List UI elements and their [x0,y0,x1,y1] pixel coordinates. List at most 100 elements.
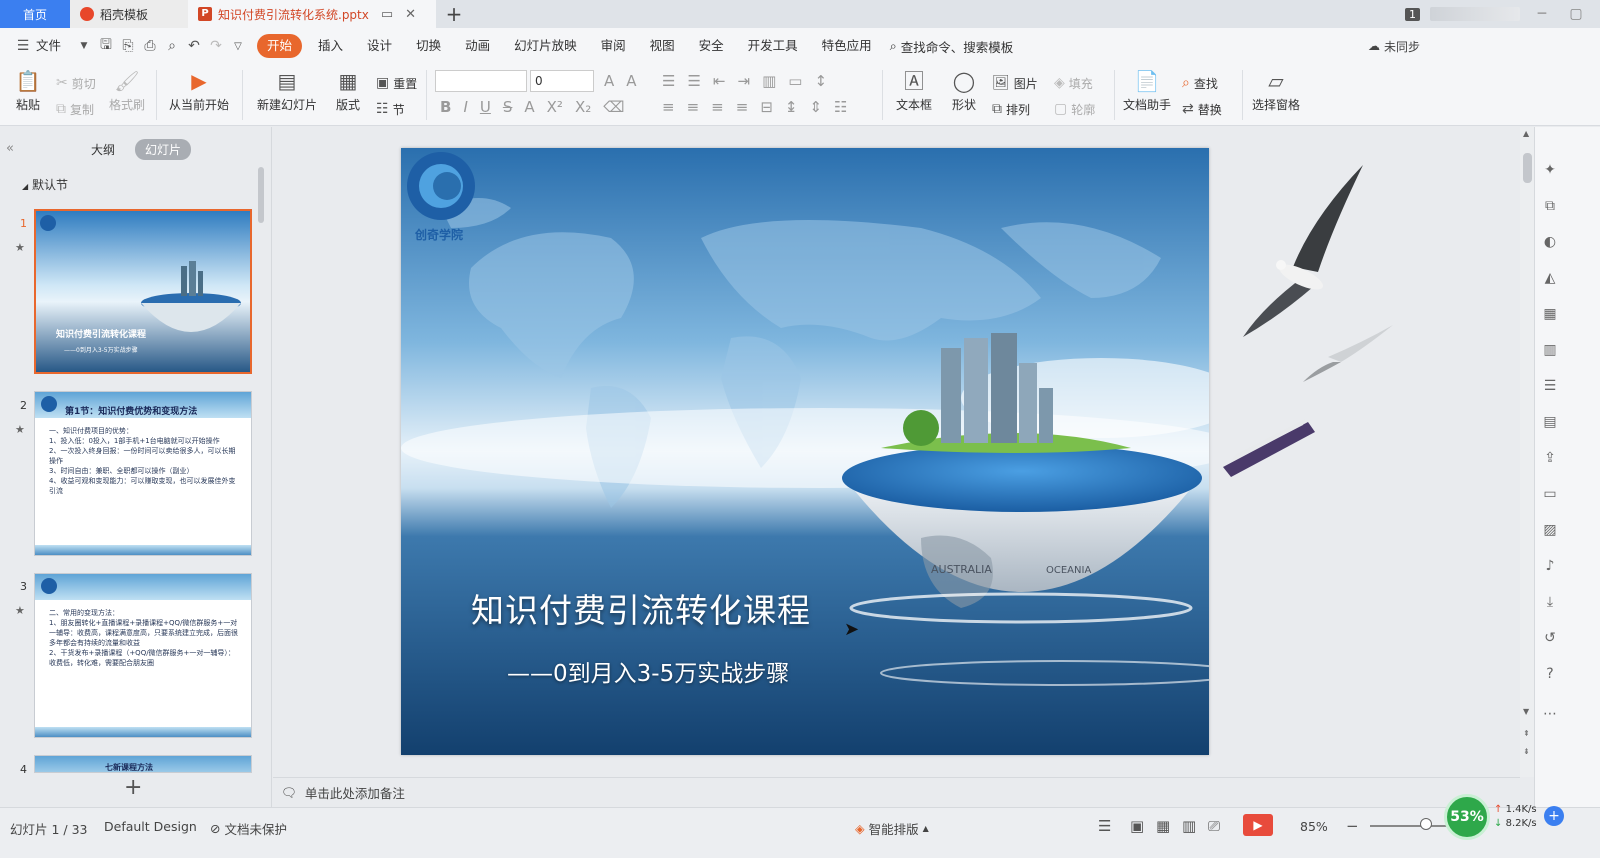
line-spacing-icon[interactable]: ↕ [814,72,827,90]
decrease-indent-icon[interactable]: ⇤ [713,72,726,90]
paragraph-spacing-icon[interactable]: ⇕ [809,98,822,116]
outline-button[interactable]: ▢ 轮廓 [1054,98,1095,120]
scroll-up-icon[interactable]: ▲ [1523,129,1529,138]
scroll-down-icon[interactable]: ▼ [1523,707,1529,716]
thumbnail-scrollbar[interactable] [258,167,264,223]
replace-button[interactable]: ⇄ 替换 [1182,98,1222,120]
floating-add-button[interactable]: + [1544,806,1564,826]
zoom-out-icon[interactable]: − [1346,817,1359,835]
image-panel-icon[interactable]: ▨ [1541,521,1559,539]
tab-outline[interactable]: 大纲 [81,139,125,160]
help-icon[interactable]: ? [1541,665,1559,683]
presenter-icon[interactable]: ⎚ [1208,817,1220,835]
audio-icon[interactable]: ♪ [1541,557,1559,575]
format-painter-button[interactable]: 🖌 格式刷 [106,70,148,113]
slide-sorter-icon[interactable]: ▦ [1156,817,1170,835]
text-box-button[interactable]: 🄰 文本框 [892,70,936,113]
underline-icon[interactable]: U [480,98,491,116]
chart-icon[interactable]: ▥ [1541,341,1559,359]
print-preview-icon[interactable]: ⌕ [161,38,183,54]
slide-thumbnail-3[interactable]: 二、常用的变现方法： 1、朋友圈转化+直播课程+录播课程+QQ/微信群服务+一对… [34,573,252,738]
menu-view[interactable]: 视图 [638,34,687,58]
menu-insert[interactable]: 插入 [306,34,355,58]
shape-button[interactable]: ◯ 形状 [946,70,982,113]
tab-slides[interactable]: 幻灯片 [135,139,192,160]
print-icon[interactable]: ⎙ [139,38,161,54]
picture-button[interactable]: 🖼 图片 [992,72,1038,94]
bullet-list-icon[interactable]: ☰ [662,72,675,90]
new-slide-button[interactable]: ▤ 新建幻灯片 [252,70,322,113]
normal-view-icon[interactable]: ▣ [1130,817,1144,835]
window-count-badge[interactable]: 1 [1405,7,1420,21]
smart-layout-button[interactable]: ◈ 智能排版 ▲ [855,819,929,838]
template-icon[interactable]: ▤ [1541,413,1559,431]
menu-transition[interactable]: 切换 [404,34,453,58]
numbered-list-icon[interactable]: ☰ [687,72,700,90]
pin-icon[interactable]: ▭ [381,7,393,22]
layout-button[interactable]: ▦ 版式 [330,70,366,113]
share-icon[interactable]: ⇪ [1541,449,1559,467]
next-slide-icon[interactable]: ⇟ [1523,747,1530,756]
align-right-icon[interactable]: ≡ [711,98,724,116]
command-search[interactable]: ⌕ 查找命令、搜索模板 [890,37,1014,56]
font-name-select[interactable] [435,70,527,92]
slide-thumbnail-4[interactable]: 七新课程方法 [34,755,252,773]
add-slide-button[interactable]: + [124,775,142,800]
object-style-icon[interactable]: ◭ [1541,269,1559,287]
undo-icon[interactable]: ↶ [183,38,205,54]
justify-icon[interactable]: ≡ [736,98,749,116]
cut-button[interactable]: ✂ 剪切 [56,72,96,94]
zoom-slider-knob[interactable] [1420,818,1432,830]
play-from-current-button[interactable]: ▶ 从当前开始 [164,70,234,113]
copy-button[interactable]: ⧉ 复制 [56,98,94,120]
design-name[interactable]: Default Design [104,819,197,834]
pin-icon[interactable]: ✦ [1541,161,1559,179]
prev-slide-icon[interactable]: ⇞ [1523,729,1530,738]
italic-icon[interactable]: I [463,98,467,116]
strikethrough-icon[interactable]: S [503,98,513,116]
section-header[interactable]: ◢ 默认节 [22,176,68,193]
editor-scrollbar[interactable]: ▲ ▼ ⇞ ⇟ [1520,127,1534,777]
download-icon[interactable]: ⤓ [1541,593,1559,611]
distribute-icon[interactable]: ⊟ [760,98,773,116]
font-size-select[interactable]: 0 [530,70,594,92]
superscript-icon[interactable]: X² [547,98,563,116]
reset-button[interactable]: ▣ 重置 [376,72,417,94]
section-button[interactable]: ☷ 节 [376,98,405,120]
reading-view-icon[interactable]: ▥ [1182,817,1196,835]
redo-icon[interactable]: ↷ [205,38,227,54]
menu-file[interactable]: 文件 [34,34,73,58]
font-increase-icon[interactable]: A [604,72,614,90]
clear-format-icon[interactable]: ⌫ [603,98,624,116]
menu-start[interactable]: 开始 [257,34,303,58]
tab-home[interactable]: 首页 [0,0,70,28]
layers-icon[interactable]: ⧉ [1541,197,1559,215]
tab-template[interactable]: 稻壳模板 [70,0,188,28]
chevron-down-icon[interactable]: ▼ [73,41,95,51]
zoom-level[interactable]: 85% [1300,819,1328,834]
find-button[interactable]: ⌕ 查找 [1182,72,1218,94]
paragraph-settings-icon[interactable]: ☷ [834,98,847,116]
notes-bar[interactable]: 🗨 单击此处添加备注 [273,777,1520,807]
columns-icon[interactable]: ▥ [762,72,776,90]
current-slide[interactable]: AUSTRALIA OCEANIA 创奇学院 知识付费引流转化课程 ——0到月入… [401,148,1209,755]
user-account-area[interactable] [1430,7,1520,21]
slide-thumbnail-2[interactable]: 第1节：知识付费优势和变现方法 一、知识付费项目的优势： 1、投入低：0投入，1… [34,391,252,556]
menu-developer[interactable]: 开发工具 [736,34,810,58]
arrange-button[interactable]: ⧉ 排列 [992,98,1030,120]
output-icon[interactable]: ⎘ [117,38,139,54]
tab-active-file[interactable]: P 知识付费引流转化系统.pptx ▭ ✕ [188,0,436,28]
history-icon[interactable]: ↺ [1541,629,1559,647]
customize-toolbar-icon[interactable]: ▽ [227,41,249,52]
close-tab-icon[interactable]: ✕ [405,7,416,22]
editor-scroll-thumb[interactable] [1523,153,1532,183]
minimize-icon[interactable]: ─ [1530,6,1554,22]
text-direction-icon[interactable]: ▭ [788,72,802,90]
more-icon[interactable]: ⋯ [1541,705,1559,723]
settings-sliders-icon[interactable]: ☰ [1541,377,1559,395]
maximize-icon[interactable]: ▢ [1564,6,1588,22]
increase-indent-icon[interactable]: ⇥ [737,72,750,90]
fill-button[interactable]: ◈ 填充 [1054,72,1093,94]
align-center-icon[interactable]: ≡ [687,98,700,116]
slide-title[interactable]: 知识付费引流转化课程 [471,584,811,632]
